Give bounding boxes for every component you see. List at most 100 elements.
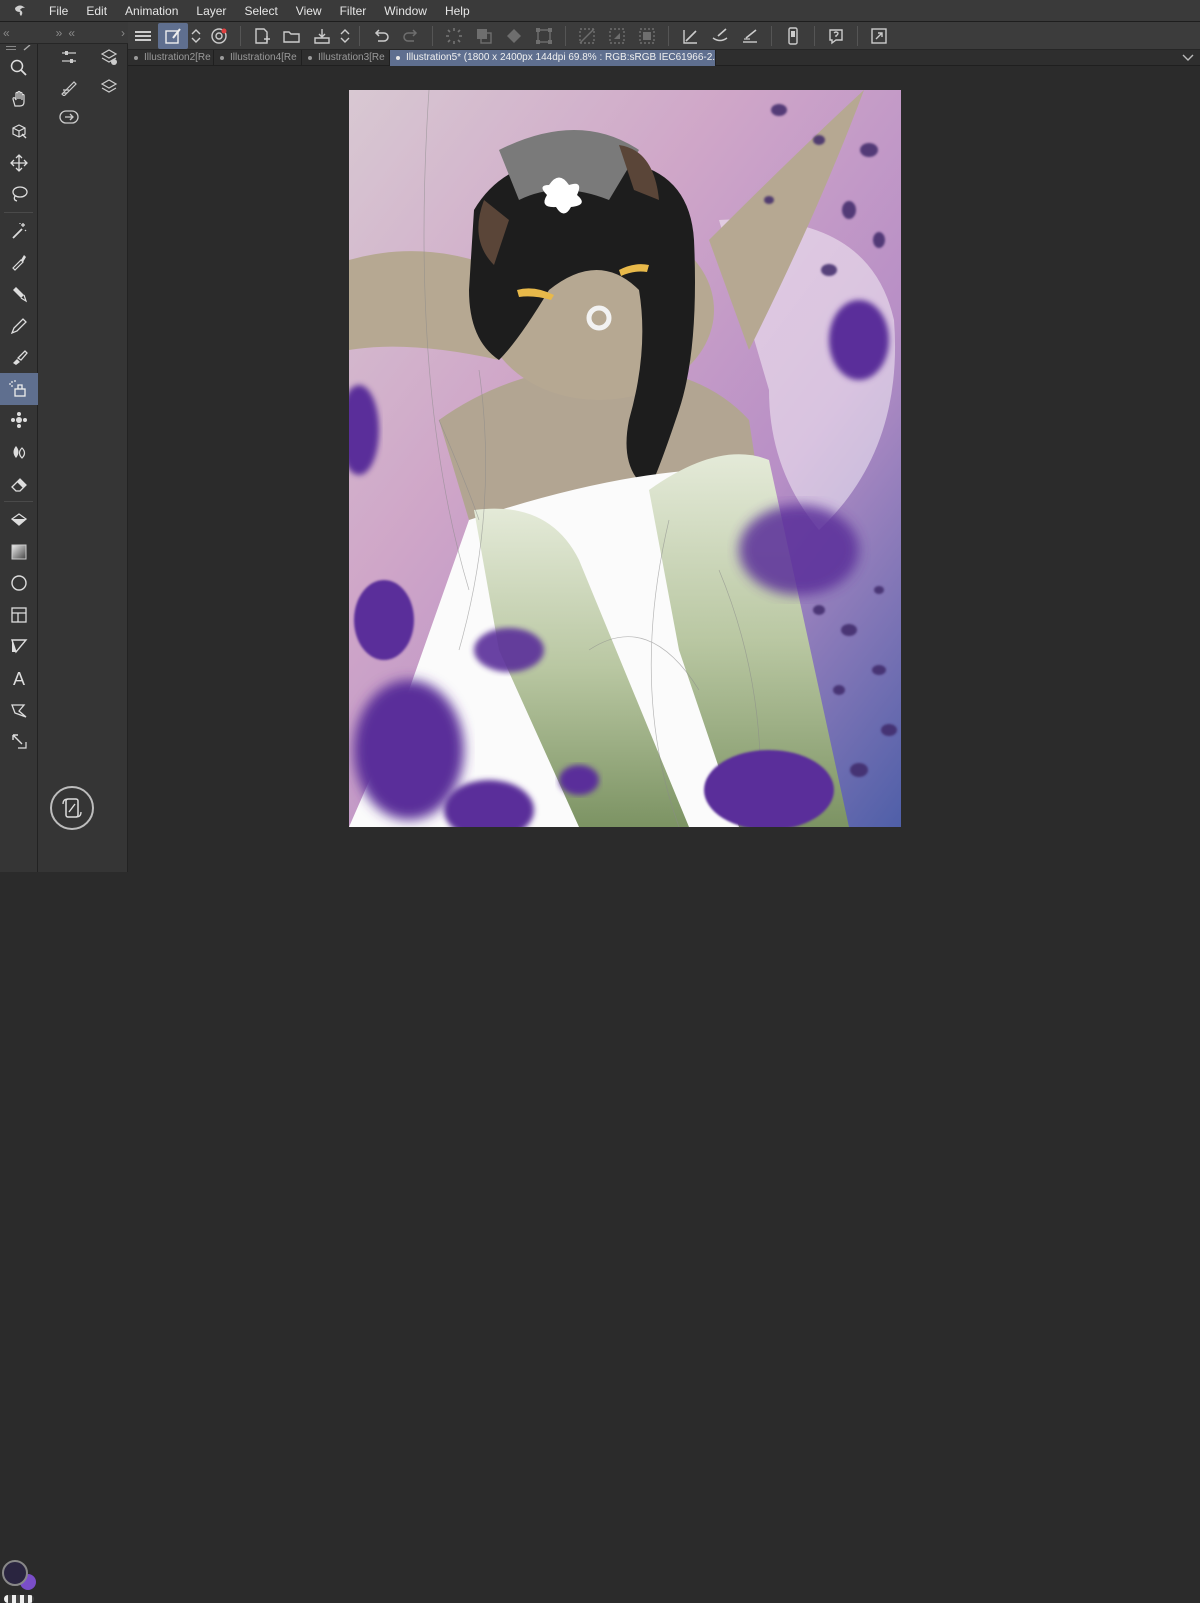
fill-icon[interactable]	[0, 504, 38, 536]
toolbar-divider	[857, 25, 858, 46]
eraser-icon[interactable]	[0, 468, 38, 500]
gradient-icon[interactable]	[0, 536, 38, 568]
figure-icon[interactable]	[0, 568, 38, 600]
toolbar-divider	[771, 25, 772, 46]
tool-divider	[4, 501, 33, 503]
text-icon[interactable]: A	[0, 662, 38, 694]
brush-icon[interactable]	[0, 341, 38, 373]
layer-property-icon[interactable]	[98, 46, 120, 68]
toolbar-divider	[240, 25, 241, 46]
tab-label: Illustration2[Re	[144, 51, 211, 63]
menu-select[interactable]: Select	[235, 0, 286, 22]
edit-mode-button[interactable]	[158, 22, 188, 49]
hamburger-menu-icon[interactable]	[128, 23, 158, 49]
expand-selection-icon[interactable]	[632, 23, 662, 49]
toolbar-divider	[359, 25, 360, 46]
brush-size-icon[interactable]	[58, 76, 80, 98]
tab-dot-icon	[134, 55, 138, 60]
main-color-swatch[interactable]	[2, 1560, 28, 1586]
rotate-view-icon[interactable]	[0, 115, 38, 147]
tab-dot-icon	[396, 55, 400, 60]
toolbar-divider	[432, 25, 433, 46]
loading-icon[interactable]	[439, 23, 469, 49]
zoom-icon[interactable]	[0, 52, 38, 84]
canvas-area[interactable]	[128, 66, 1200, 872]
document-tab-bar: Illustration2[Re Illustration4[Re Illust…	[128, 49, 1200, 66]
menu-window[interactable]: Window	[375, 0, 436, 22]
tab-label: Illustration5* (1800 x 2400px 144dpi 69.…	[406, 51, 716, 63]
artwork-canvas[interactable]	[349, 90, 901, 827]
menu-animation[interactable]: Animation	[116, 0, 187, 22]
tool-palette-grip[interactable]	[0, 44, 37, 52]
menu-view[interactable]: View	[287, 0, 331, 22]
menu-layer[interactable]: Layer	[187, 0, 235, 22]
transparent-color-swatch[interactable]	[4, 1595, 34, 1603]
color-indicator[interactable]	[0, 779, 38, 1603]
new-file-icon[interactable]	[247, 23, 277, 49]
collapse-left-icon[interactable]: «	[0, 26, 13, 40]
toolbar-divider	[668, 25, 669, 46]
svg-text:A: A	[13, 669, 25, 688]
airbrush-icon[interactable]	[0, 372, 38, 405]
ruler-icon[interactable]	[0, 631, 38, 663]
magic-wand-icon[interactable]	[0, 215, 38, 247]
menu-edit[interactable]: Edit	[77, 0, 116, 22]
tab-illustration5[interactable]: Illustration5* (1800 x 2400px 144dpi 69.…	[390, 49, 716, 66]
up-down-arrow-icon[interactable]	[188, 23, 204, 49]
save-icon[interactable]	[307, 23, 337, 49]
eyedropper-icon[interactable]	[0, 247, 38, 279]
toolbar-divider	[814, 25, 815, 46]
undo-icon[interactable]	[366, 23, 396, 49]
tab-label: Illustration3[Re	[318, 51, 385, 63]
menu-help[interactable]: Help	[436, 0, 479, 22]
tool-divider	[4, 211, 33, 213]
help-icon[interactable]	[821, 23, 851, 49]
fill-selection-icon[interactable]	[499, 23, 529, 49]
deselect-icon[interactable]	[572, 23, 602, 49]
pen-icon[interactable]	[0, 278, 38, 310]
touch-gesture-button[interactable]	[50, 786, 94, 830]
smartphone-icon[interactable]	[778, 23, 808, 49]
pencil-icon[interactable]	[0, 310, 38, 342]
layers-icon[interactable]	[98, 76, 120, 98]
app-logo-icon[interactable]	[0, 0, 40, 22]
tab-label: Illustration4[Re	[230, 51, 297, 63]
navigator-icon[interactable]	[58, 106, 80, 128]
correct-line-icon[interactable]	[0, 725, 38, 757]
up-down-arrow-icon[interactable]	[337, 23, 353, 49]
collapse-right-icon[interactable]: ›	[118, 26, 128, 40]
menu-filter[interactable]: Filter	[331, 0, 376, 22]
menu-bar: File Edit Animation Layer Select View Filter Wi…	[0, 0, 1200, 22]
blend-icon[interactable]	[0, 436, 38, 468]
snap-to-special-ruler-icon[interactable]	[705, 23, 735, 49]
command-bar	[128, 22, 1200, 50]
move-icon[interactable]	[0, 147, 38, 179]
tab-dot-icon	[220, 55, 224, 60]
illustration-image	[349, 90, 901, 827]
tab-dot-icon	[308, 55, 312, 60]
tool-property-icon[interactable]	[58, 46, 80, 68]
frame-icon[interactable]	[0, 599, 38, 631]
tab-illustration2[interactable]: Illustration2[Re	[128, 49, 214, 66]
tab-illustration3[interactable]: Illustration3[Re	[302, 49, 390, 66]
panel-header-strip: « » « ›	[0, 22, 128, 44]
expand-panel-icon[interactable]: »	[53, 26, 66, 40]
invert-selection-icon[interactable]	[602, 23, 632, 49]
decoration-icon[interactable]	[0, 405, 38, 437]
open-folder-icon[interactable]	[277, 23, 307, 49]
fullscreen-icon[interactable]	[864, 23, 894, 49]
collapse-panel-icon[interactable]: «	[65, 26, 78, 40]
hand-icon[interactable]	[0, 84, 38, 116]
balloon-icon[interactable]	[0, 694, 38, 726]
redo-icon[interactable]	[396, 23, 426, 49]
lasso-icon[interactable]	[0, 178, 38, 210]
record-timelapse-icon[interactable]	[204, 23, 234, 49]
tab-illustration4[interactable]: Illustration4[Re	[214, 49, 302, 66]
snap-to-grid-icon[interactable]	[735, 23, 765, 49]
snap-to-ruler-icon[interactable]	[675, 23, 705, 49]
tab-list-chevron-down-icon[interactable]	[1176, 54, 1200, 62]
toolbar-divider	[565, 25, 566, 46]
menu-file[interactable]: File	[40, 0, 77, 22]
copy-layer-icon[interactable]	[469, 23, 499, 49]
transform-icon[interactable]	[529, 23, 559, 49]
